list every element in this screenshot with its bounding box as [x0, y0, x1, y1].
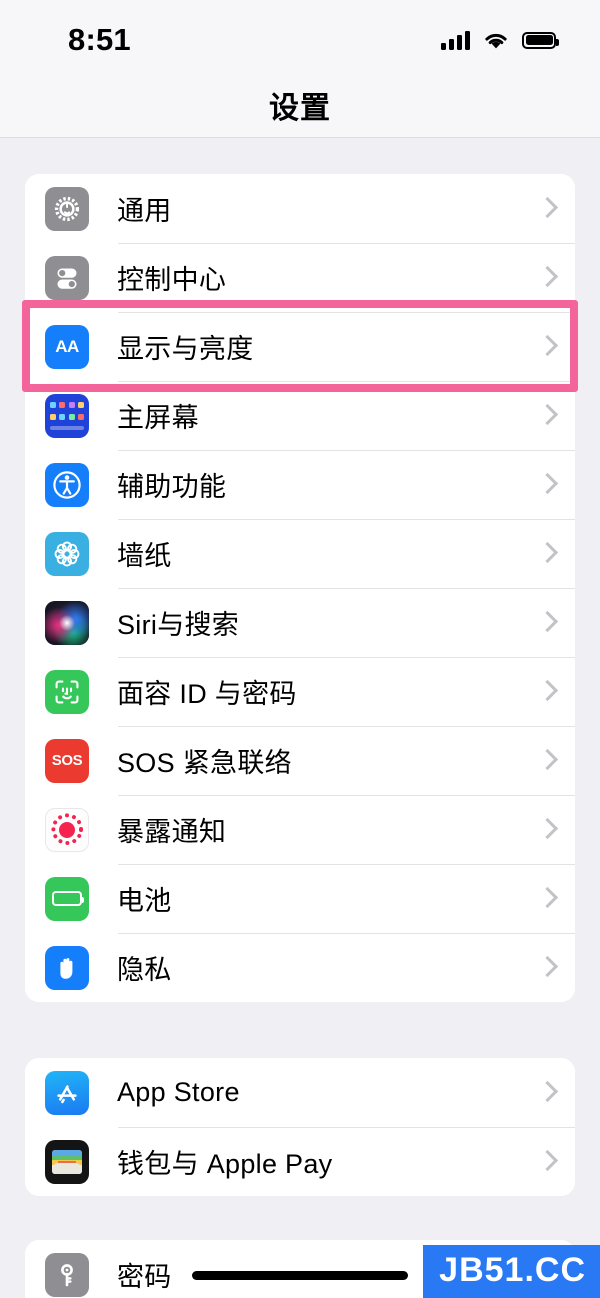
sidebar-item-general[interactable]: 通用	[25, 174, 575, 243]
sidebar-item-label: 钱包与 Apple Pay	[117, 1149, 333, 1179]
sidebar-item-display-brightness[interactable]: AA 显示与亮度	[25, 312, 575, 381]
iphone-settings-screen: 8:51 设置 通用 控制中心 AA 显示与亮度 主屏幕 辅助功能 墙纸 Sir…	[0, 0, 600, 1298]
aa-glyph: AA	[55, 336, 79, 356]
sidebar-item-label: 显示与亮度	[117, 334, 254, 364]
battery-glyph	[52, 891, 84, 906]
battery-full-icon	[522, 31, 559, 49]
chevron-right-icon	[539, 197, 553, 221]
sidebar-item-label: 主屏幕	[117, 403, 199, 433]
accessibility-icon	[45, 462, 89, 507]
chevron-right-icon	[539, 680, 553, 704]
chevron-right-icon	[539, 404, 553, 428]
sos-icon: SOS	[45, 738, 89, 783]
settings-section-store: App Store 钱包与 Apple Pay	[25, 1058, 575, 1196]
cellular-signal-icon	[441, 30, 470, 50]
sidebar-item-label: App Store	[117, 1077, 240, 1107]
sidebar-item-emergency-sos[interactable]: SOS SOS 紧急联络	[25, 726, 575, 795]
sidebar-item-label: 辅助功能	[117, 472, 227, 502]
chevron-right-icon	[539, 956, 553, 980]
sidebar-item-label: 墙纸	[117, 541, 172, 571]
sidebar-item-label: 电池	[117, 886, 172, 916]
chevron-right-icon	[539, 1081, 553, 1105]
chevron-right-icon	[539, 473, 553, 497]
hand-icon	[45, 945, 89, 990]
sidebar-item-control-center[interactable]: 控制中心	[25, 243, 575, 312]
status-bar: 8:51	[0, 0, 600, 72]
battery-icon	[45, 876, 89, 921]
sidebar-item-label: SOS 紧急联络	[117, 748, 292, 778]
settings-section-system: 通用 控制中心 AA 显示与亮度 主屏幕 辅助功能 墙纸 Siri与搜索 面容 …	[25, 174, 575, 1002]
siri-orb-glyph	[45, 600, 89, 645]
sidebar-item-privacy[interactable]: 隐私	[25, 933, 575, 1002]
aa-text-size-icon: AA	[45, 324, 89, 369]
watermark: JB51.CC	[423, 1245, 600, 1298]
status-bar-clock: 8:51	[68, 22, 131, 57]
chevron-right-icon	[539, 335, 553, 359]
sidebar-item-app-store[interactable]: App Store	[25, 1058, 575, 1127]
sos-glyph: SOS	[51, 752, 83, 769]
sidebar-item-home-screen[interactable]: 主屏幕	[25, 381, 575, 450]
exposure-dots-icon	[45, 807, 89, 852]
chevron-right-icon	[539, 749, 553, 773]
wallet-icon	[45, 1139, 89, 1184]
sidebar-item-label: 通用	[117, 196, 172, 226]
face-id-icon	[45, 669, 89, 714]
sidebar-item-label: 面容 ID 与密码	[117, 679, 297, 709]
chevron-right-icon	[539, 611, 553, 635]
flower-icon	[45, 531, 89, 576]
chevron-right-icon	[539, 542, 553, 566]
home-indicator-bar	[192, 1271, 408, 1280]
app-grid-glyph	[50, 401, 84, 430]
page-title: 设置	[269, 91, 331, 125]
sidebar-item-accessibility[interactable]: 辅助功能	[25, 450, 575, 519]
sidebar-item-wallet-apple-pay[interactable]: 钱包与 Apple Pay	[25, 1127, 575, 1196]
chevron-right-icon	[539, 1150, 553, 1174]
sidebar-item-label: Siri与搜索	[117, 610, 240, 640]
gear-icon	[45, 186, 89, 231]
navigation-bar: 设置	[0, 72, 600, 138]
key-icon	[45, 1252, 89, 1297]
sidebar-item-battery[interactable]: 电池	[25, 864, 575, 933]
sidebar-item-label: 隐私	[117, 955, 172, 985]
sidebar-item-label: 控制中心	[117, 265, 227, 295]
sidebar-item-face-id-passcode[interactable]: 面容 ID 与密码	[25, 657, 575, 726]
app-store-icon	[45, 1070, 89, 1115]
sidebar-item-siri-search[interactable]: Siri与搜索	[25, 588, 575, 657]
chevron-right-icon	[539, 818, 553, 842]
status-bar-icons	[441, 30, 559, 50]
chevron-right-icon	[539, 266, 553, 290]
sidebar-item-exposure-notifications[interactable]: 暴露通知	[25, 795, 575, 864]
toggles-icon	[45, 255, 89, 300]
exposure-glyph	[50, 813, 84, 847]
chevron-right-icon	[539, 887, 553, 911]
app-grid-icon	[45, 393, 89, 438]
wallet-glyph	[52, 1149, 82, 1174]
sidebar-item-wallpaper[interactable]: 墙纸	[25, 519, 575, 588]
siri-orb-icon	[45, 600, 89, 645]
wifi-icon	[483, 31, 509, 50]
sidebar-item-label: 暴露通知	[117, 817, 227, 847]
